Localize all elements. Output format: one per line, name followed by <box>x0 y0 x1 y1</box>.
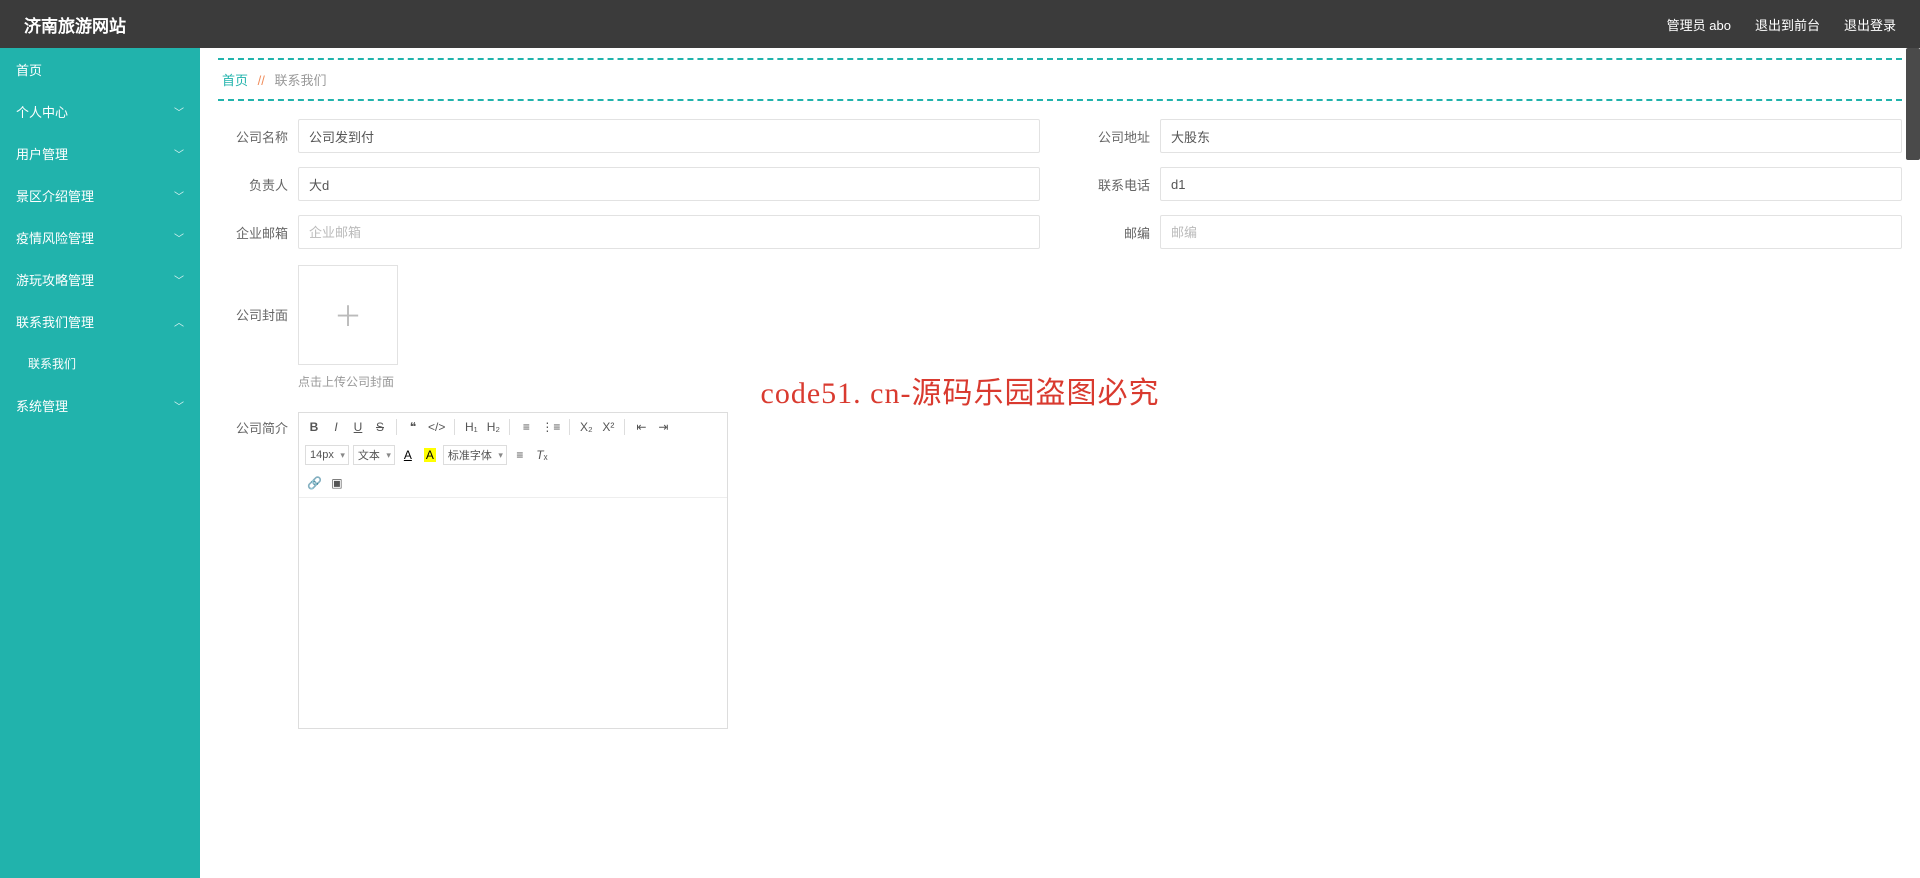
breadcrumb: 首页 // 联系我们 <box>218 58 1902 101</box>
h1-icon[interactable]: H₁ <box>462 417 480 437</box>
subscript-icon[interactable]: X₂ <box>577 417 595 437</box>
editor-toolbar: B I U S ❝ </> H₁ H₂ ≡ ⋮≡ X₂ X² <box>299 413 727 498</box>
align-left-icon[interactable]: ≡ <box>511 445 529 465</box>
breadcrumb-current: 联系我们 <box>275 73 327 88</box>
sidebar: 首页 个人中心 ﹀ 用户管理 ﹀ 景区介绍管理 ﹀ 疫情风险管理 ﹀ 游玩攻略管… <box>0 48 200 878</box>
chevron-down-icon: ﹀ <box>174 272 184 287</box>
input-email[interactable] <box>298 215 1040 249</box>
field-phone: 联系电话 <box>1080 167 1902 201</box>
sidebar-item-label: 个人中心 <box>16 102 68 121</box>
label-phone: 联系电话 <box>1080 175 1160 194</box>
field-principal: 负责人 <box>218 167 1040 201</box>
sidebar-item-risk[interactable]: 疫情风险管理 ﹀ <box>0 216 200 258</box>
rich-text-editor: B I U S ❝ </> H₁ H₂ ≡ ⋮≡ X₂ X² <box>298 412 728 729</box>
image-icon[interactable]: ▣ <box>328 473 346 493</box>
toolbar-separator <box>454 419 455 435</box>
font-family-select[interactable]: 标准字体 <box>443 445 507 465</box>
field-company-name: 公司名称 <box>218 119 1040 153</box>
italic-icon[interactable]: I <box>327 417 345 437</box>
upload-hint: 点击上传公司封面 <box>298 373 398 390</box>
font-size-select[interactable]: 14px <box>305 445 349 465</box>
plus-icon: ＋ <box>334 295 362 335</box>
sidebar-item-label: 系统管理 <box>16 396 68 415</box>
paragraph-select[interactable]: 文本 <box>353 445 395 465</box>
sidebar-item-label: 用户管理 <box>16 144 68 163</box>
bold-icon[interactable]: B <box>305 417 323 437</box>
chevron-down-icon: ﹀ <box>174 146 184 161</box>
field-intro: 公司简介 B I U S ❝ </> H₁ H₂ ≡ ⋮≡ <box>218 412 1902 729</box>
code-icon[interactable]: </> <box>426 417 447 437</box>
chevron-down-icon: ﹀ <box>174 230 184 245</box>
sidebar-item-label: 首页 <box>16 60 42 79</box>
input-phone[interactable] <box>1160 167 1902 201</box>
strike-icon[interactable]: S <box>371 417 389 437</box>
outdent-icon[interactable]: ⇤ <box>632 417 650 437</box>
sidebar-item-system[interactable]: 系统管理 ﹀ <box>0 384 200 426</box>
input-company-addr[interactable] <box>1160 119 1902 153</box>
logout-link[interactable]: 退出登录 <box>1844 15 1896 34</box>
field-email: 企业邮箱 <box>218 215 1040 249</box>
editor-body[interactable] <box>299 498 727 728</box>
sidebar-subitem-contact[interactable]: 联系我们 <box>0 342 200 384</box>
label-company-addr: 公司地址 <box>1080 127 1160 146</box>
indent-icon[interactable]: ⇥ <box>654 417 672 437</box>
label-cover: 公司封面 <box>218 265 298 324</box>
superscript-icon[interactable]: X² <box>599 417 617 437</box>
h2-icon[interactable]: H₂ <box>484 417 502 437</box>
input-company-name[interactable] <box>298 119 1040 153</box>
label-principal: 负责人 <box>218 175 298 194</box>
font-color-icon[interactable]: A <box>399 445 417 465</box>
sidebar-item-contact[interactable]: 联系我们管理 ︿ <box>0 300 200 342</box>
topbar-actions: 管理员 abo 退出到前台 退出登录 <box>1667 15 1896 34</box>
input-postcode[interactable] <box>1160 215 1902 249</box>
brand-title: 济南旅游网站 <box>24 12 126 37</box>
label-company-name: 公司名称 <box>218 127 298 146</box>
field-company-addr: 公司地址 <box>1080 119 1902 153</box>
link-icon[interactable]: 🔗 <box>305 473 324 493</box>
toolbar-separator <box>569 419 570 435</box>
label-email: 企业邮箱 <box>218 223 298 242</box>
upload-cover-box[interactable]: ＋ <box>298 265 398 365</box>
sidebar-item-users[interactable]: 用户管理 ﹀ <box>0 132 200 174</box>
breadcrumb-separator: // <box>258 73 265 88</box>
admin-label[interactable]: 管理员 abo <box>1667 15 1731 34</box>
toolbar-separator <box>509 419 510 435</box>
toolbar-separator <box>624 419 625 435</box>
quote-icon[interactable]: ❝ <box>404 417 422 437</box>
sidebar-item-label: 游玩攻略管理 <box>16 270 94 289</box>
chevron-down-icon: ﹀ <box>174 398 184 413</box>
input-principal[interactable] <box>298 167 1040 201</box>
field-postcode: 邮编 <box>1080 215 1902 249</box>
bg-color-icon[interactable]: A <box>421 445 439 465</box>
sidebar-item-label: 景区介绍管理 <box>16 186 94 205</box>
top-bar: 济南旅游网站 管理员 abo 退出到前台 退出登录 <box>0 0 1920 48</box>
sidebar-item-home[interactable]: 首页 <box>0 48 200 90</box>
field-cover: 公司封面 ＋ 点击上传公司封面 <box>218 265 1902 390</box>
label-postcode: 邮编 <box>1080 223 1160 242</box>
chevron-down-icon: ﹀ <box>174 104 184 119</box>
sidebar-item-profile[interactable]: 个人中心 ﹀ <box>0 90 200 132</box>
chevron-up-icon: ︿ <box>174 314 184 329</box>
breadcrumb-home[interactable]: 首页 <box>222 73 248 88</box>
sidebar-item-label: 联系我们管理 <box>16 312 94 331</box>
sidebar-item-label: 疫情风险管理 <box>16 228 94 247</box>
clear-format-icon[interactable]: Tₓ <box>533 445 551 465</box>
sidebar-item-guide[interactable]: 游玩攻略管理 ﹀ <box>0 258 200 300</box>
sidebar-item-label: 联系我们 <box>28 355 76 372</box>
sidebar-item-scenic[interactable]: 景区介绍管理 ﹀ <box>0 174 200 216</box>
bullet-list-icon[interactable]: ⋮≡ <box>539 417 562 437</box>
scrollbar-thumb[interactable] <box>1906 48 1920 160</box>
to-frontend-link[interactable]: 退出到前台 <box>1755 15 1820 34</box>
underline-icon[interactable]: U <box>349 417 367 437</box>
chevron-down-icon: ﹀ <box>174 188 184 203</box>
ordered-list-icon[interactable]: ≡ <box>517 417 535 437</box>
toolbar-separator <box>396 419 397 435</box>
label-intro: 公司简介 <box>218 412 298 437</box>
main-content: 首页 // 联系我们 公司名称 公司地址 负责人 联系电话 <box>200 48 1920 878</box>
